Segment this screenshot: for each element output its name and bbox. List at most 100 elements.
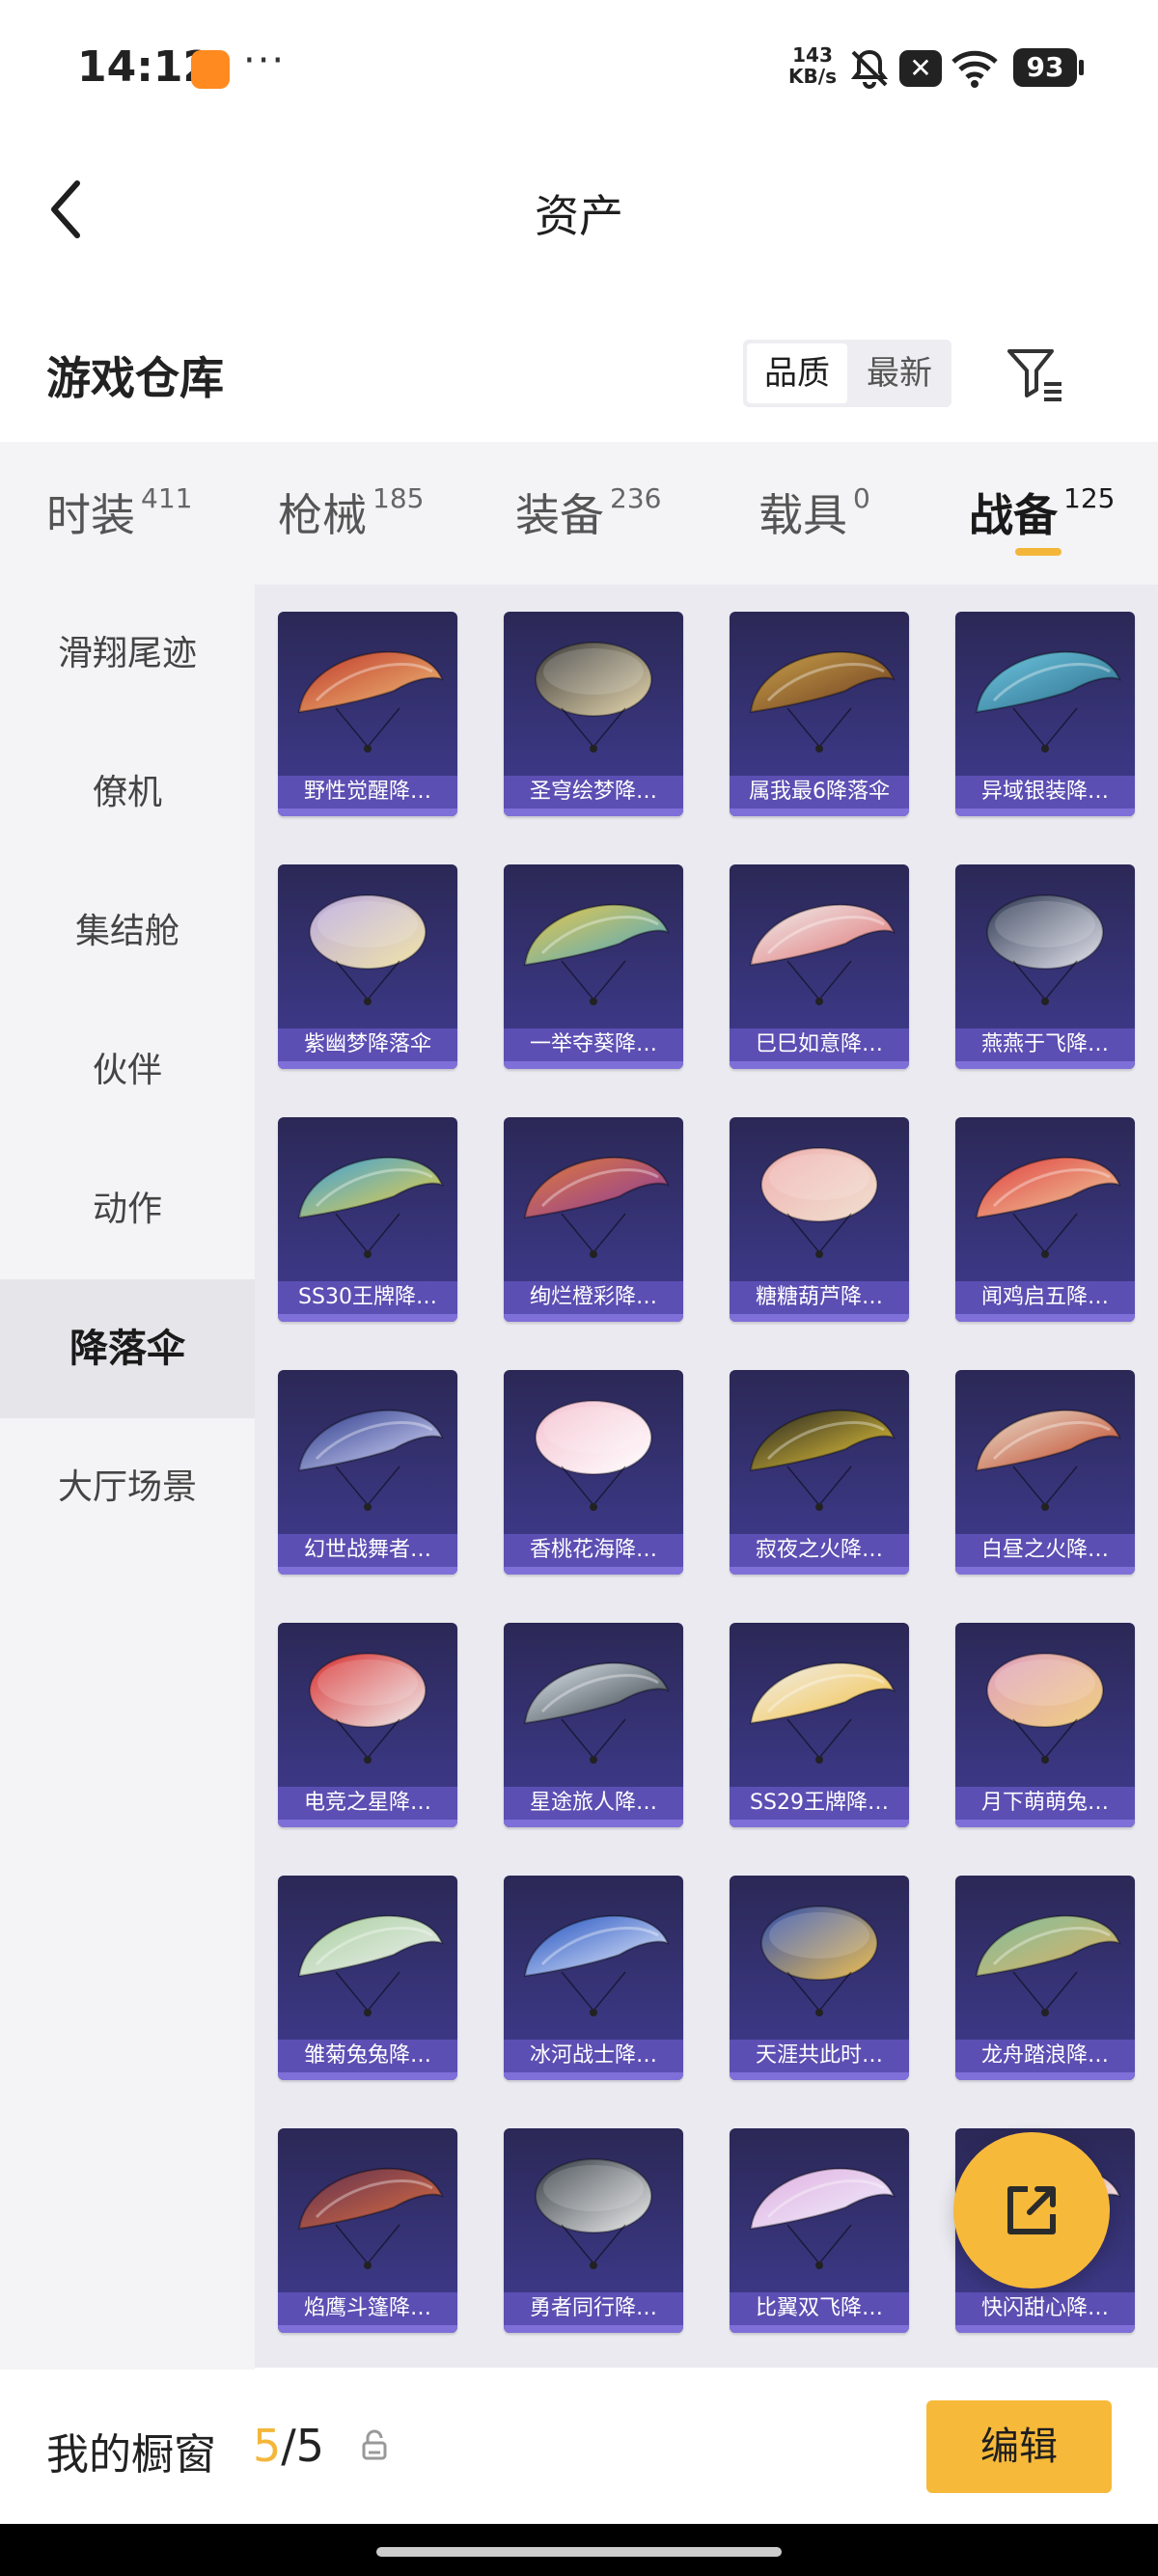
showcase-bar: 我的橱窗 5/5 编辑 xyxy=(0,2370,1158,2524)
sidebar-item-emote[interactable]: 动作 xyxy=(0,1140,255,1279)
share-button[interactable] xyxy=(953,2132,1110,2288)
parachute-card[interactable]: 天涯共此时… xyxy=(730,1876,909,2080)
rarity-strip xyxy=(730,1820,909,1827)
tab-count: 185 xyxy=(372,482,425,514)
parachute-thumbnail xyxy=(523,1661,670,1764)
parachute-thumbnail xyxy=(760,1147,878,1258)
parachute-thumbnail xyxy=(535,2158,652,2269)
battery-tip xyxy=(1079,60,1084,75)
sidebar-item-wingman[interactable]: 僚机 xyxy=(0,724,255,863)
tab-battle-gear[interactable]: 战备 125 xyxy=(969,480,1115,558)
parachute-card[interactable]: 绚烂橙彩降… xyxy=(504,1117,683,1322)
parachute-card[interactable]: 香桃花海降… xyxy=(504,1370,683,1575)
rarity-strip xyxy=(730,1567,909,1575)
parachute-card[interactable]: 星途旅人降… xyxy=(504,1623,683,1827)
tab-equipment[interactable]: 装备 236 xyxy=(515,480,661,558)
parachute-name: 闻鸡启五降… xyxy=(955,1281,1135,1314)
edit-button[interactable]: 编辑 xyxy=(926,2400,1112,2493)
parachute-card[interactable]: 一举夺葵降… xyxy=(504,864,683,1069)
more-notifications-icon: ··· xyxy=(243,39,287,83)
sort-newest-button[interactable]: 最新 xyxy=(849,343,950,403)
parachute-thumbnail xyxy=(975,1914,1121,2016)
parachute-name: 雏菊兔兔降… xyxy=(278,2040,457,2072)
sort-quality-button[interactable]: 品质 xyxy=(747,343,847,403)
parachute-name: 巳巳如意降… xyxy=(730,1028,909,1061)
sort-toggle: 品质 最新 xyxy=(743,340,951,407)
parachute-card[interactable]: 龙舟踏浪降… xyxy=(955,1876,1135,2080)
parachute-name: 异域银装降… xyxy=(955,776,1135,808)
parachute-card[interactable]: 幻世战舞者… xyxy=(278,1370,457,1575)
parachute-card[interactable]: 月下萌萌兔… xyxy=(955,1623,1135,1827)
parachute-thumbnail xyxy=(986,894,1104,1005)
parachute-name: 电竞之星降… xyxy=(278,1787,457,1820)
parachute-thumbnail xyxy=(297,1409,444,1511)
parachute-thumbnail xyxy=(760,1905,878,2016)
parachute-thumbnail xyxy=(309,1653,427,1764)
parachute-card[interactable]: 圣穹绘梦降… xyxy=(504,612,683,816)
rarity-strip xyxy=(955,1314,1135,1322)
sidebar-item-companion[interactable]: 伙伴 xyxy=(0,1001,255,1140)
sidebar-item-drop-pod[interactable]: 集结舱 xyxy=(0,863,255,1001)
parachute-card[interactable]: 异域银装降… xyxy=(955,612,1135,816)
parachute-card[interactable]: 白昼之火降… xyxy=(955,1370,1135,1575)
filter-icon[interactable] xyxy=(1002,340,1069,407)
tab-firearms[interactable]: 枪械 185 xyxy=(278,480,424,558)
rarity-strip xyxy=(278,2325,457,2333)
rarity-strip xyxy=(504,808,683,816)
parachute-name: SS29王牌降… xyxy=(730,1787,909,1820)
parachute-card[interactable]: 比翼双飞降… xyxy=(730,2128,909,2333)
parachute-card[interactable]: 电竞之星降… xyxy=(278,1623,457,1827)
rarity-strip xyxy=(504,2325,683,2333)
parachute-name: SS30王牌降… xyxy=(278,1281,457,1314)
showcase-count: 5/5 xyxy=(253,2420,325,2472)
sidebar-item-parachute[interactable]: 降落伞 xyxy=(0,1279,255,1418)
tab-label: 枪械 xyxy=(278,489,367,541)
sidebar-item-lobby-scene[interactable]: 大厅场景 xyxy=(0,1418,255,1557)
rarity-strip xyxy=(278,2072,457,2080)
parachute-thumbnail xyxy=(523,1914,670,2016)
rarity-strip xyxy=(955,2072,1135,2080)
parachute-card[interactable]: 寂夜之火降… xyxy=(730,1370,909,1575)
active-tab-indicator xyxy=(1015,548,1062,556)
parachute-thumbnail xyxy=(749,1409,896,1511)
rarity-strip xyxy=(955,2325,1135,2333)
parachute-name: 属我最6降落伞 xyxy=(730,776,909,808)
parachute-thumbnail xyxy=(749,903,896,1005)
app-notification-icon xyxy=(191,50,230,89)
parachute-card[interactable]: SS30王牌降… xyxy=(278,1117,457,1322)
parachute-card[interactable]: 勇者同行降… xyxy=(504,2128,683,2333)
tab-count: 0 xyxy=(853,482,870,514)
parachute-thumbnail xyxy=(535,642,652,753)
tab-fashion[interactable]: 时装 411 xyxy=(46,480,192,558)
parachute-card[interactable]: 糖糖葫芦降… xyxy=(730,1117,909,1322)
parachute-card[interactable]: 巳巳如意降… xyxy=(730,864,909,1069)
parachute-thumbnail xyxy=(523,903,670,1005)
rarity-strip xyxy=(278,808,457,816)
rarity-strip xyxy=(730,2072,909,2080)
network-speed: 143 KB/s xyxy=(788,43,837,88)
parachute-card[interactable]: 冰河战士降… xyxy=(504,1876,683,2080)
home-indicator[interactable] xyxy=(376,2547,782,2557)
rarity-strip xyxy=(955,808,1135,816)
parachute-card[interactable]: 雏菊兔兔降… xyxy=(278,1876,457,2080)
parachute-name: 快闪甜心降… xyxy=(955,2292,1135,2325)
parachute-card[interactable]: 属我最6降落伞 xyxy=(730,612,909,816)
parachute-name: 紫幽梦降落伞 xyxy=(278,1028,457,1061)
parachute-thumbnail xyxy=(975,650,1121,753)
parachute-card[interactable]: SS29王牌降… xyxy=(730,1623,909,1827)
parachute-card[interactable]: 野性觉醒降… xyxy=(278,612,457,816)
rarity-strip xyxy=(278,1314,457,1322)
tab-vehicles[interactable]: 载具 0 xyxy=(758,480,870,558)
category-tabs: 时装 411 枪械 185 装备 236 载具 0 战备 125 xyxy=(0,442,1158,585)
parachute-name: 圣穹绘梦降… xyxy=(504,776,683,808)
rarity-strip xyxy=(278,1061,457,1069)
parachute-thumbnail xyxy=(297,1156,444,1258)
parachute-card[interactable]: 闻鸡启五降… xyxy=(955,1117,1135,1322)
parachute-card[interactable]: 紫幽梦降落伞 xyxy=(278,864,457,1069)
sidebar-item-glide-trail[interactable]: 滑翔尾迹 xyxy=(0,585,255,724)
rarity-strip xyxy=(504,1820,683,1827)
parachute-card[interactable]: 燕燕于飞降… xyxy=(955,864,1135,1069)
parachute-card[interactable]: 焰鹰斗篷降… xyxy=(278,2128,457,2333)
subcategory-sidebar: 滑翔尾迹 僚机 集结舱 伙伴 动作 降落伞 大厅场景 xyxy=(0,585,255,2370)
status-bar: 14:12 ··· 143 KB/s ✕ 93 xyxy=(0,0,1158,135)
